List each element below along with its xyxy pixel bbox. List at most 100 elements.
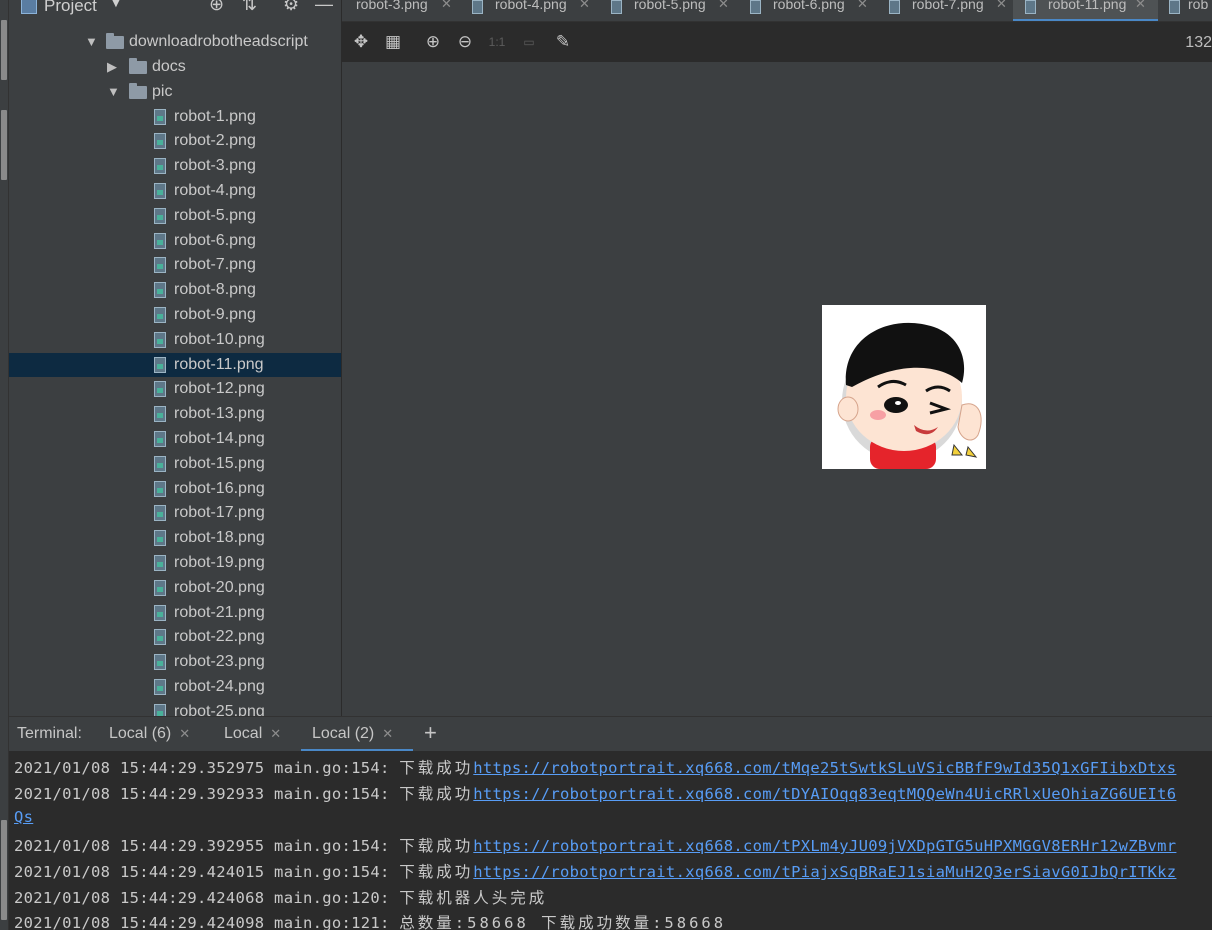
terminal-tab-local[interactable]: Local ✕ bbox=[224, 725, 281, 743]
tree-file-item[interactable]: robot-9.png bbox=[9, 303, 341, 328]
close-icon[interactable]: ✕ bbox=[857, 0, 868, 12]
close-icon[interactable]: ✕ bbox=[996, 0, 1007, 12]
chevron-down-icon[interactable]: ▼ bbox=[109, 0, 123, 10]
tree-file-item[interactable]: robot-25.png bbox=[9, 700, 341, 716]
tree-file-item[interactable]: robot-5.png bbox=[9, 204, 341, 229]
tree-file-item[interactable]: robot-13.png bbox=[9, 402, 341, 427]
terminal-link[interactable]: https://robotportrait.xq668.com/tDYAIOqq… bbox=[473, 785, 1176, 803]
tab-robot-7[interactable]: robot-7.png ✕ bbox=[889, 0, 1019, 21]
close-icon[interactable]: ✕ bbox=[579, 0, 590, 12]
file-label: robot-24.png bbox=[174, 677, 265, 695]
tree-folder-docs[interactable]: ▶ docs bbox=[9, 55, 341, 80]
file-icon bbox=[750, 0, 761, 14]
project-panel: Project ▼ ⊕ ⇅ ⚙ — ▼ downloadrobotheadscr… bbox=[9, 0, 342, 716]
tree-folder-pic[interactable]: ▼ pic bbox=[9, 80, 341, 105]
tree-file-item[interactable]: robot-3.png bbox=[9, 154, 341, 179]
tree-file-item[interactable]: robot-4.png bbox=[9, 179, 341, 204]
new-terminal-button[interactable]: + bbox=[424, 720, 437, 746]
tree-file-item[interactable]: robot-15.png bbox=[9, 452, 341, 477]
grid-icon[interactable]: ▦ bbox=[382, 31, 404, 53]
tree-file-item[interactable]: robot-2.png bbox=[9, 129, 341, 154]
terminal-tab-local-2[interactable]: Local (2) ✕ bbox=[312, 725, 393, 743]
tab-label: robot-6.png bbox=[773, 0, 845, 12]
image-file-icon bbox=[154, 654, 166, 671]
terminal-tab-local-6[interactable]: Local (6) ✕ bbox=[109, 725, 190, 743]
tab-label: Local (2) bbox=[312, 725, 375, 742]
image-file-icon bbox=[154, 331, 166, 348]
fit-zoom-icon[interactable]: ✥ bbox=[350, 31, 372, 53]
tree-file-item[interactable]: robot-12.png bbox=[9, 377, 341, 402]
collapse-all-icon[interactable]: ⇅ bbox=[242, 0, 257, 15]
tree-file-item[interactable]: robot-1.png bbox=[9, 105, 341, 130]
gear-icon[interactable]: ⚙ bbox=[283, 0, 299, 15]
color-picker-icon[interactable]: ✎ bbox=[552, 31, 574, 53]
image-info-readout: 132 bbox=[1185, 34, 1212, 51]
tree-file-item[interactable]: robot-21.png bbox=[9, 601, 341, 626]
tree-file-item[interactable]: robot-10.png bbox=[9, 328, 341, 353]
line-message: 下载成功 bbox=[399, 837, 474, 855]
terminal-scrollbar[interactable] bbox=[1206, 751, 1212, 930]
line-message: 下载成功 bbox=[399, 863, 474, 881]
tree-file-item[interactable]: robot-20.png bbox=[9, 576, 341, 601]
image-file-icon bbox=[154, 182, 166, 199]
tree-file-item[interactable]: robot-8.png bbox=[9, 278, 341, 303]
close-icon[interactable]: ✕ bbox=[179, 726, 190, 741]
zoom-out-icon[interactable]: ⊖ bbox=[454, 31, 476, 53]
tab-label: robot-4.png bbox=[495, 0, 567, 12]
chevron-down-icon[interactable]: ▼ bbox=[107, 80, 120, 104]
actual-size-button[interactable]: 1:1 bbox=[486, 31, 508, 53]
close-icon[interactable]: ✕ bbox=[718, 0, 729, 12]
file-label: robot-18.png bbox=[174, 529, 265, 547]
close-icon[interactable]: ✕ bbox=[441, 0, 452, 12]
file-label: robot-11.png bbox=[174, 355, 264, 373]
tree-file-item[interactable]: robot-18.png bbox=[9, 526, 341, 551]
folder-label: pic bbox=[152, 83, 173, 100]
line-message: 下载机器人头完成 bbox=[399, 889, 548, 907]
image-file-icon bbox=[154, 282, 166, 299]
image-file-icon bbox=[154, 703, 166, 716]
tab-robot-6[interactable]: robot-6.png ✕ bbox=[750, 0, 880, 21]
chevron-down-icon[interactable]: ▼ bbox=[85, 30, 98, 54]
tree-file-item[interactable]: robot-14.png bbox=[9, 427, 341, 452]
project-title[interactable]: Project bbox=[44, 0, 97, 16]
terminal-line: 2021/01/08 15:44:29.392955 main.go:154: … bbox=[14, 834, 1176, 856]
terminal-link[interactable]: https://robotportrait.xq668.com/tPXLm4yJ… bbox=[473, 837, 1176, 855]
tab-robot-11[interactable]: robot-11.png ✕ bbox=[1013, 0, 1158, 21]
close-icon[interactable]: ✕ bbox=[1135, 0, 1146, 12]
zoom-in-icon[interactable]: ⊕ bbox=[422, 31, 444, 53]
fit-window-icon[interactable]: ▭ bbox=[518, 31, 540, 53]
line-prefix: 2021/01/08 15:44:29.424098 main.go:121: bbox=[14, 914, 400, 930]
tree-file-item[interactable]: robot-17.png bbox=[9, 501, 341, 526]
terminal-link[interactable]: https://robotportrait.xq668.com/tMqe25tS… bbox=[473, 759, 1176, 777]
tree-file-item[interactable]: robot-6.png bbox=[9, 229, 341, 254]
close-icon[interactable]: ✕ bbox=[270, 726, 281, 741]
tree-file-item[interactable]: robot-16.png bbox=[9, 477, 341, 502]
tab-rob-overflow[interactable]: rob bbox=[1168, 0, 1212, 21]
terminal-output[interactable]: 2021/01/08 15:44:29.352975 main.go:154: … bbox=[9, 751, 1206, 930]
chevron-right-icon[interactable]: ▶ bbox=[107, 55, 119, 79]
terminal-link[interactable]: https://robotportrait.xq668.com/tPiajxSq… bbox=[473, 863, 1176, 881]
tree-file-item[interactable]: robot-11.png bbox=[9, 352, 341, 378]
tab-robot-4[interactable]: robot-4.png ✕ bbox=[472, 0, 602, 21]
file-icon bbox=[472, 0, 483, 14]
image-file-icon bbox=[154, 678, 166, 695]
file-label: robot-5.png bbox=[174, 206, 256, 224]
tree-file-item[interactable]: robot-24.png bbox=[9, 675, 341, 700]
tree-file-item[interactable]: robot-22.png bbox=[9, 625, 341, 650]
file-label: robot-4.png bbox=[174, 181, 256, 199]
tree-file-item[interactable]: robot-7.png bbox=[9, 253, 341, 278]
locate-icon[interactable]: ⊕ bbox=[209, 0, 224, 15]
tree-file-item[interactable]: robot-19.png bbox=[9, 551, 341, 576]
tree-folder-root[interactable]: ▼ downloadrobotheadscript bbox=[9, 30, 341, 55]
image-file-icon bbox=[154, 108, 166, 125]
tree-file-item[interactable]: robot-23.png bbox=[9, 650, 341, 675]
hide-panel-icon[interactable]: — bbox=[315, 0, 333, 15]
tab-robot-5[interactable]: robot-5.png ✕ bbox=[611, 0, 741, 21]
close-icon[interactable]: ✕ bbox=[382, 726, 393, 741]
tab-robot-3[interactable]: robot-3.png ✕ bbox=[342, 0, 460, 21]
tool-window-strip bbox=[0, 0, 9, 930]
terminal-link[interactable]: Qs bbox=[14, 808, 33, 826]
image-file-icon bbox=[154, 629, 166, 646]
image-file-icon bbox=[154, 381, 166, 398]
image-file-icon bbox=[154, 505, 166, 522]
